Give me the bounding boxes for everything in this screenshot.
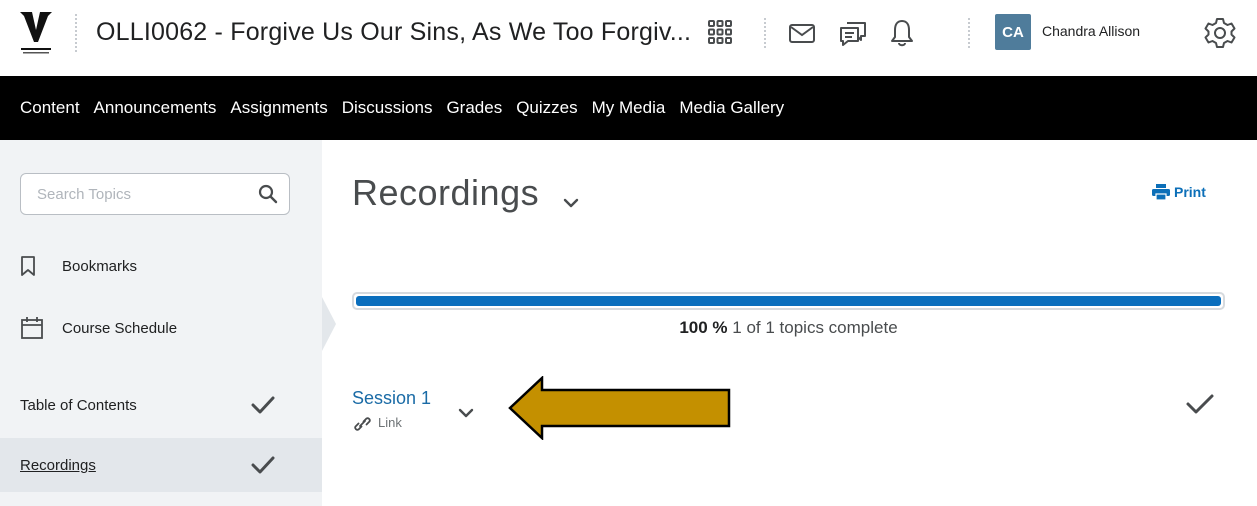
checkmark-icon: [251, 396, 275, 414]
printer-icon: [1152, 184, 1170, 200]
chat-icon[interactable]: [838, 18, 868, 48]
content-sidebar: Bookmarks Course Schedule Table of Conte…: [0, 140, 322, 506]
progress-summary: 100 % 1 of 1 topics complete: [352, 318, 1225, 338]
active-item-pointer: [322, 297, 336, 351]
sidebar-item-label: Table of Contents: [20, 396, 137, 414]
nav-media-gallery[interactable]: Media Gallery: [679, 98, 784, 118]
nav-my-media[interactable]: My Media: [592, 98, 666, 118]
nav-assignments[interactable]: Assignments: [230, 98, 327, 118]
nav-announcements[interactable]: Announcements: [94, 98, 217, 118]
header-divider: [968, 18, 970, 48]
search-box: [20, 173, 290, 215]
sidebar-item-course-schedule[interactable]: Course Schedule: [0, 301, 322, 355]
calendar-icon: [21, 317, 43, 339]
print-button[interactable]: Print: [1152, 184, 1206, 200]
link-icon: [354, 417, 371, 431]
sidebar-item-label: Course Schedule: [62, 319, 178, 337]
progress-percent: 100 %: [679, 318, 728, 337]
chevron-down-icon[interactable]: [458, 407, 474, 419]
progress-bar: [352, 292, 1225, 310]
progress-topics-complete: 1 of 1 topics complete: [732, 318, 898, 337]
search-input[interactable]: [21, 174, 241, 214]
nav-discussions[interactable]: Discussions: [342, 98, 433, 118]
page-title: Recordings: [352, 172, 540, 213]
grid-icon[interactable]: [705, 17, 735, 47]
sidebar-item-bookmarks[interactable]: Bookmarks: [0, 239, 322, 293]
sidebar-item-label: Bookmarks: [62, 257, 138, 275]
avatar[interactable]: CA: [995, 14, 1031, 50]
gear-icon[interactable]: [1203, 16, 1237, 50]
course-navbar: Content Announcements Assignments Discus…: [0, 76, 1257, 140]
nav-grades[interactable]: Grades: [446, 98, 502, 118]
sidebar-item-label: Recordings: [20, 456, 96, 474]
sidebar-item-table-of-contents[interactable]: Table of Contents: [0, 378, 322, 432]
left-arrow-annotation: [508, 376, 731, 440]
print-label: Print: [1174, 184, 1206, 200]
topic-session-1-link[interactable]: Session 1: [352, 388, 431, 409]
course-title[interactable]: OLLI0062 - Forgive Us Our Sins, As We To…: [96, 18, 691, 47]
top-header: OLLI0062 - Forgive Us Our Sins, As We To…: [0, 0, 1257, 76]
checkmark-icon: [1186, 394, 1214, 414]
topic-type-label: Link: [378, 415, 402, 430]
header-divider: [75, 14, 77, 52]
user-name[interactable]: Chandra Allison: [1042, 23, 1140, 39]
bookmark-icon: [21, 256, 35, 276]
chevron-down-icon[interactable]: [563, 197, 579, 209]
progress-bar-fill: [356, 296, 1221, 306]
vanderbilt-logo[interactable]: [18, 8, 54, 58]
checkmark-icon: [251, 456, 275, 474]
header-divider: [764, 18, 766, 48]
mail-icon[interactable]: [787, 18, 817, 48]
bell-icon[interactable]: [887, 18, 917, 48]
search-icon[interactable]: [257, 183, 279, 205]
nav-content[interactable]: Content: [20, 98, 80, 118]
nav-quizzes[interactable]: Quizzes: [516, 98, 577, 118]
sidebar-item-recordings[interactable]: Recordings: [0, 438, 322, 492]
